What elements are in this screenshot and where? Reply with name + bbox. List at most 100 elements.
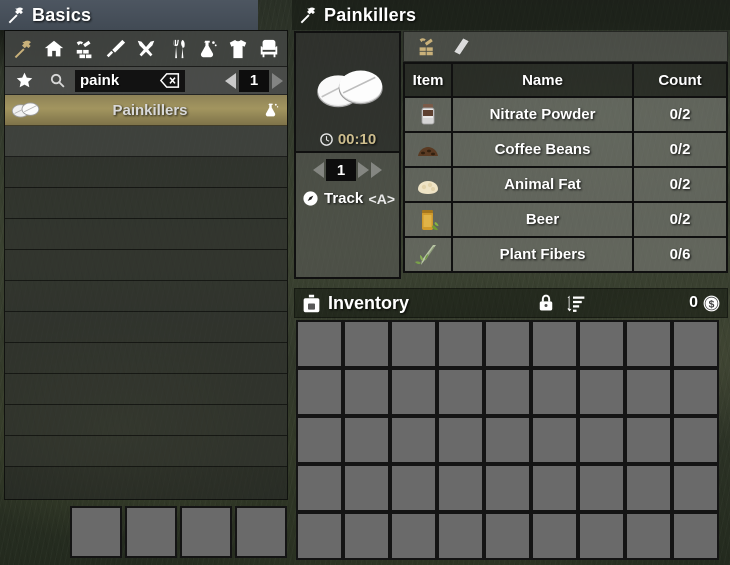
recipe-row-empty[interactable] xyxy=(5,343,287,374)
category-blocks-icon[interactable] xyxy=(70,34,99,64)
decrease-quantity-button[interactable] xyxy=(313,162,324,178)
inventory-slot[interactable] xyxy=(578,416,625,464)
header-item: Item xyxy=(403,62,453,98)
table-row[interactable]: Beer 0/2 xyxy=(403,201,728,238)
search-icon[interactable] xyxy=(43,72,71,89)
tab-book-icon[interactable] xyxy=(448,35,474,59)
inventory-slot[interactable] xyxy=(484,512,531,560)
category-chemistry-icon[interactable] xyxy=(193,34,222,64)
toolbelt-slot[interactable] xyxy=(180,506,232,558)
inventory-slot[interactable] xyxy=(484,320,531,368)
inventory-slot[interactable] xyxy=(296,416,343,464)
inventory-slot[interactable] xyxy=(672,464,719,512)
table-row[interactable]: Coffee Beans 0/2 xyxy=(403,131,728,168)
inventory-slot[interactable] xyxy=(343,512,390,560)
prev-page-button[interactable] xyxy=(225,72,236,89)
inventory-slot[interactable] xyxy=(390,464,437,512)
inventory-slot[interactable] xyxy=(343,368,390,416)
category-hammer-icon[interactable] xyxy=(9,34,38,64)
lock-icon[interactable] xyxy=(536,292,556,314)
inventory-slot[interactable] xyxy=(343,320,390,368)
category-house-icon[interactable] xyxy=(40,34,69,64)
inventory-slot[interactable] xyxy=(343,416,390,464)
inventory-slot[interactable] xyxy=(625,368,672,416)
recipe-row-empty[interactable] xyxy=(5,405,287,436)
table-row[interactable]: Plant Fibers 0/6 xyxy=(403,236,728,273)
inventory-slot[interactable] xyxy=(531,368,578,416)
inventory-slot[interactable] xyxy=(343,464,390,512)
category-fork-icon[interactable] xyxy=(162,34,191,64)
category-tools-icon[interactable] xyxy=(132,34,161,64)
inventory-slot[interactable] xyxy=(672,512,719,560)
category-shirt-icon[interactable] xyxy=(224,34,253,64)
sort-icon[interactable] xyxy=(566,293,587,314)
inventory-slot[interactable] xyxy=(390,512,437,560)
track-recipe-button[interactable]: Track <A> xyxy=(296,182,399,207)
inventory-slot[interactable] xyxy=(531,320,578,368)
inventory-slot[interactable] xyxy=(625,320,672,368)
ingredient-count: 0/6 xyxy=(632,236,728,273)
inventory-slot[interactable] xyxy=(437,512,484,560)
recipe-row-empty[interactable] xyxy=(5,281,287,312)
recipe-row-painkillers[interactable]: Painkillers xyxy=(5,95,287,126)
recipe-row-empty[interactable] xyxy=(5,188,287,219)
inventory-slot[interactable] xyxy=(672,320,719,368)
inventory-slot[interactable] xyxy=(531,464,578,512)
inventory-slot[interactable] xyxy=(578,512,625,560)
inventory-slot[interactable] xyxy=(625,416,672,464)
hammer-icon xyxy=(6,5,26,25)
recipe-row-empty[interactable] xyxy=(5,374,287,405)
inventory-slot[interactable] xyxy=(531,512,578,560)
inventory-slot[interactable] xyxy=(625,512,672,560)
inventory-slot[interactable] xyxy=(437,464,484,512)
nitrate-powder-icon xyxy=(403,96,453,133)
product-preview[interactable]: 00:10 xyxy=(294,31,401,153)
next-page-button[interactable] xyxy=(272,72,283,89)
inventory-slot[interactable] xyxy=(296,320,343,368)
inventory-slot[interactable] xyxy=(296,368,343,416)
svg-text:$: $ xyxy=(709,299,715,310)
tab-craft-workbench-icon[interactable] xyxy=(414,35,440,59)
inventory-slot[interactable] xyxy=(296,464,343,512)
craft-quantity-stepper: 1 xyxy=(296,158,399,182)
favorites-star-icon[interactable] xyxy=(9,71,39,90)
inventory-slot[interactable] xyxy=(390,416,437,464)
inventory-slot[interactable] xyxy=(437,320,484,368)
increase-quantity-button[interactable] xyxy=(358,162,369,178)
inventory-slot[interactable] xyxy=(484,464,531,512)
inventory-slot[interactable] xyxy=(437,368,484,416)
recipe-row-empty[interactable] xyxy=(5,157,287,188)
ingredient-count: 0/2 xyxy=(632,201,728,238)
inventory-slot[interactable] xyxy=(672,368,719,416)
recipe-row-empty[interactable] xyxy=(5,436,287,467)
backpack-icon xyxy=(303,294,320,312)
table-row[interactable]: Animal Fat 0/2 xyxy=(403,166,728,203)
increase-quantity-max-button[interactable] xyxy=(371,162,382,178)
toolbelt-slot[interactable] xyxy=(235,506,287,558)
inventory-slot[interactable] xyxy=(578,464,625,512)
toolbelt-slot[interactable] xyxy=(125,506,177,558)
recipe-detail-panel: Painkillers 00:10 1 Track <A> Item Name … xyxy=(292,0,730,565)
inventory-slot[interactable] xyxy=(672,416,719,464)
recipe-row-empty[interactable] xyxy=(5,312,287,343)
recipe-row-empty[interactable] xyxy=(5,250,287,281)
inventory-slot[interactable] xyxy=(484,416,531,464)
inventory-slot[interactable] xyxy=(578,320,625,368)
inventory-slot[interactable] xyxy=(578,368,625,416)
inventory-slot[interactable] xyxy=(484,368,531,416)
inventory-slot[interactable] xyxy=(390,320,437,368)
inventory-slot[interactable] xyxy=(296,512,343,560)
inventory-slot[interactable] xyxy=(437,416,484,464)
inventory-slot[interactable] xyxy=(625,464,672,512)
toolbelt-slot[interactable] xyxy=(70,506,122,558)
recipe-row-empty[interactable] xyxy=(5,126,287,157)
inventory-slot[interactable] xyxy=(531,416,578,464)
category-knife-icon[interactable] xyxy=(101,34,130,64)
backspace-icon[interactable] xyxy=(160,73,180,88)
inventory-slot[interactable] xyxy=(390,368,437,416)
table-row[interactable]: Nitrate Powder 0/2 xyxy=(403,96,728,133)
recipe-row-empty[interactable] xyxy=(5,219,287,250)
category-chair-icon[interactable] xyxy=(254,34,283,64)
category-toolbar xyxy=(5,31,287,67)
search-input[interactable]: paink xyxy=(75,69,185,92)
